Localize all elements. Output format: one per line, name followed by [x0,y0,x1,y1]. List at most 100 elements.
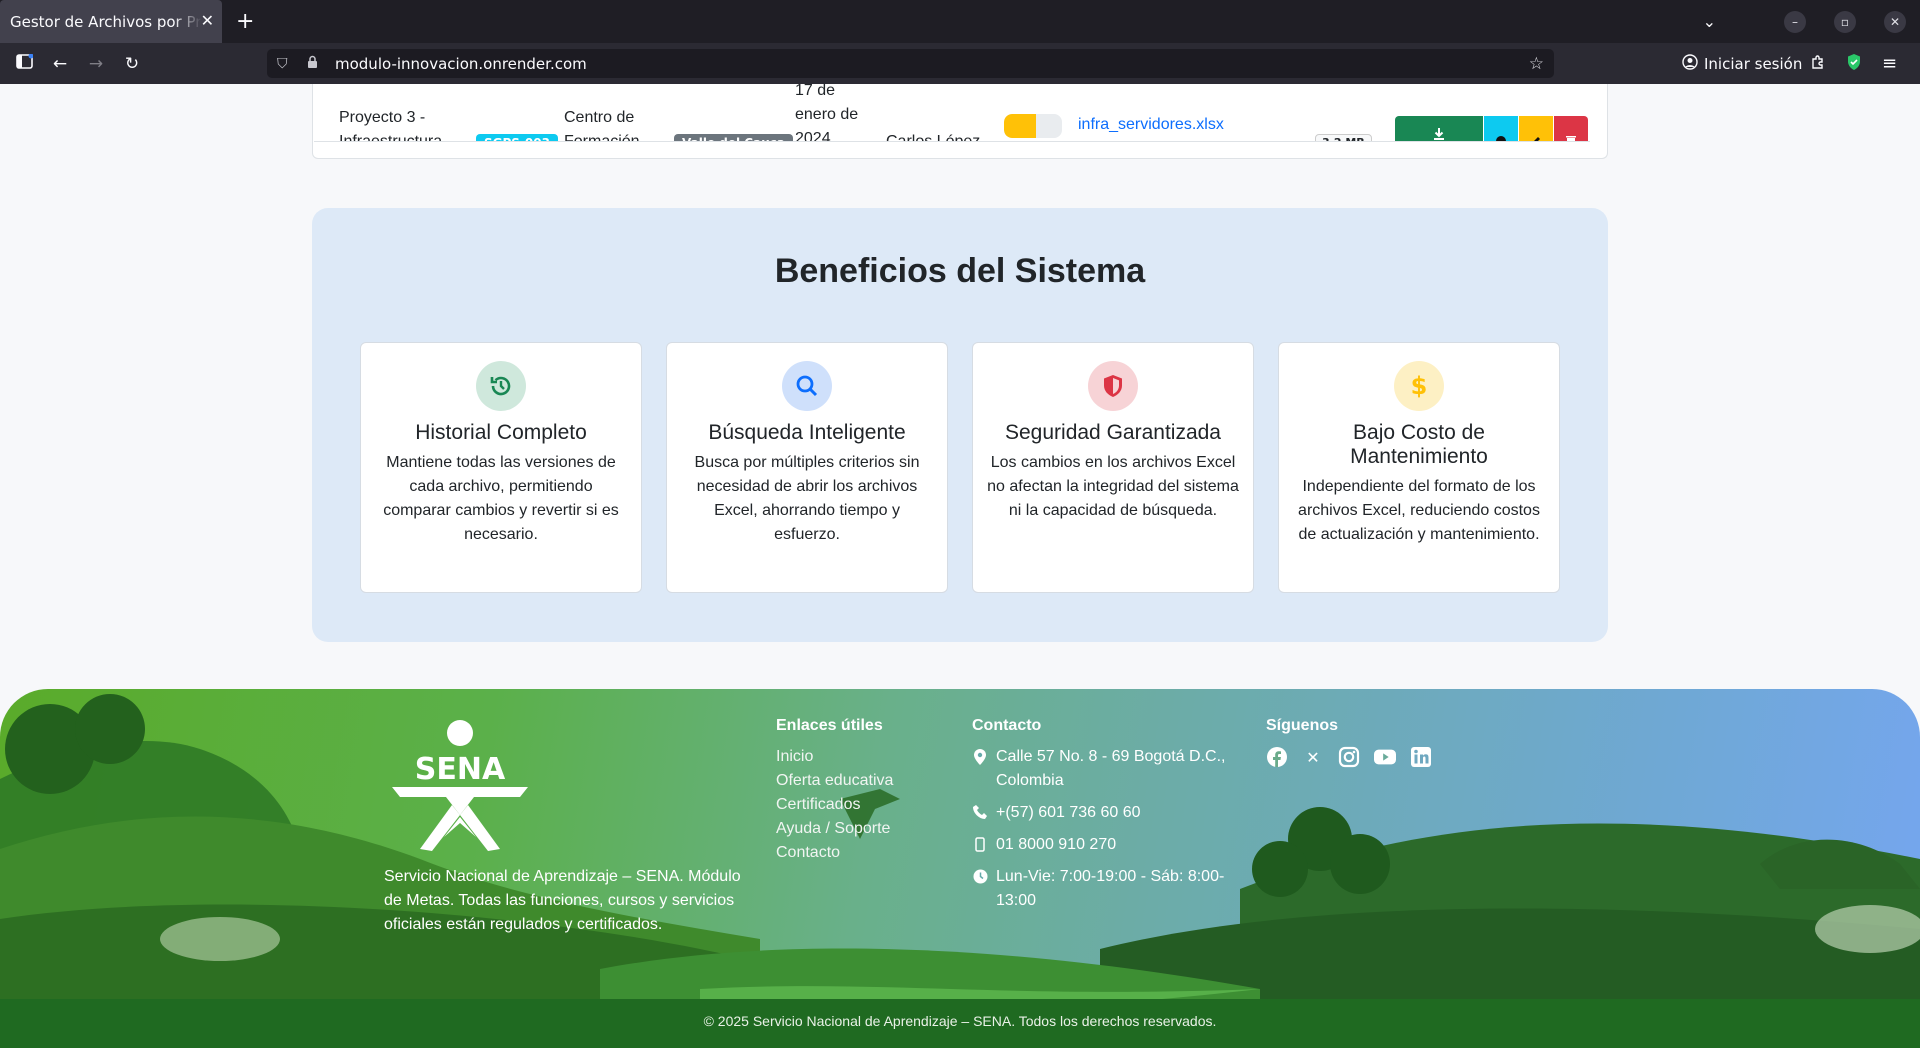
contact-mobile: 01 8000 910 270 [972,833,1232,857]
benefit-text: Busca por múltiples criterios sin necesi… [694,454,920,543]
lock-icon[interactable] [307,55,325,73]
facebook-icon[interactable] [1266,746,1288,768]
menu-icon[interactable]: ≡ [1882,53,1897,74]
browser-tab[interactable]: Gestor de Archivos por Proyecto ✕ [0,0,222,43]
edit-icon [1534,137,1540,141]
shield-icon [1088,361,1138,411]
landscape-illustration [0,694,1920,1048]
sena-logo-text: SENA [415,752,506,787]
benefit-card-cost: $ Bajo Costo de Mantenimiento Independie… [1278,342,1560,593]
progress-bar [1004,114,1062,138]
page-content: Proyecto 3 - Infraestructura SGPS-003 Ce… [0,84,1920,1048]
benefit-card-history: Historial Completo Mantiene todas las ve… [360,342,642,593]
sidebar-icon[interactable] [6,53,42,74]
tracking-shield-icon[interactable]: ⛉ [277,56,295,72]
file-link[interactable]: infra_servidores.xlsx [1078,116,1224,134]
signin-button[interactable]: Iniciar sesión [1674,49,1810,78]
new-tab-icon[interactable]: + [236,9,254,34]
benefits-cards: Historial Completo Mantiene todas las ve… [360,342,1560,593]
download-button[interactable] [1395,116,1483,141]
window-controls: ⌄ – ▫ ✕ [1703,0,1920,43]
edit-button[interactable] [1519,116,1553,141]
instagram-icon[interactable] [1338,746,1360,768]
benefit-text: Independiente del formato de los archivo… [1298,478,1540,543]
footer-link-contacto[interactable]: Contacto [776,841,893,865]
signin-label: Iniciar sesión [1704,54,1803,73]
benefit-title: Historial Completo [415,421,587,444]
site-footer: SENA Servicio Nacional de Aprendizaje – … [0,689,1920,1048]
youtube-icon[interactable] [1374,746,1396,768]
footer-link-ayuda[interactable]: Ayuda / Soporte [776,817,893,841]
dollar-icon: $ [1394,361,1444,411]
benefit-title: Búsqueda Inteligente [708,421,906,444]
tab-title: Gestor de Archivos por Proyecto [10,12,202,31]
social-title: Síguenos [1266,717,1339,734]
benefit-card-search: Búsqueda Inteligente Busca por múltiples… [666,342,948,593]
minimize-icon[interactable]: – [1784,10,1806,33]
browser-tabbar: Gestor de Archivos por Proyecto ✕ + ⌄ – … [0,0,1920,43]
url-text: modulo-innovacion.onrender.com [335,54,587,73]
phone-icon [972,801,988,825]
forward-icon[interactable]: → [78,54,114,74]
benefit-title: Bajo Costo de Mantenimiento [1350,421,1488,468]
file-size-badge: 3.2 MB [1315,134,1372,141]
eye-icon [1496,136,1506,141]
bookmark-star-icon[interactable]: ☆ [1529,54,1544,74]
benefit-card-security: Seguridad Garantizada Los cambios en los… [972,342,1254,593]
links-title: Enlaces útiles [776,717,883,734]
reload-icon[interactable]: ↻ [114,54,150,74]
contact-mobile-text: 01 8000 910 270 [996,836,1117,853]
copyright: © 2025 Servicio Nacional de Aprendizaje … [0,999,1920,1048]
mobile-icon [972,833,988,857]
benefit-title: Seguridad Garantizada [1005,421,1221,444]
progress-fill [1004,114,1036,138]
footer-link-oferta[interactable]: Oferta educativa [776,769,893,793]
trash-icon [1566,136,1576,141]
delete-button[interactable] [1554,116,1588,141]
project-code-badge: SGPS-003 [476,134,558,141]
footer-description: Servicio Nacional de Aprendizaje – SENA.… [384,868,741,933]
contact-address-text: Calle 57 No. 8 - 69 Bogotá D.C., Colombi… [996,748,1226,789]
search-icon [782,361,832,411]
contact-address: Calle 57 No. 8 - 69 Bogotá D.C., Colombi… [972,745,1232,793]
close-tab-icon[interactable]: ✕ [201,11,214,30]
contact-hours: Lun-Vie: 7:00-19:00 - Sáb: 8:00-13:00 [972,865,1232,913]
benefits-title: Beneficios del Sistema [774,252,1146,290]
location-badge: Valle del Cauca [674,134,793,141]
back-icon[interactable]: ← [42,54,78,74]
close-window-icon[interactable]: ✕ [1884,10,1906,33]
table-row: Proyecto 3 - Infraestructura SGPS-003 Ce… [314,84,1590,142]
contact-phone-text: +(57) 601 736 60 60 [996,804,1141,821]
contact-info: Calle 57 No. 8 - 69 Bogotá D.C., Colombi… [972,745,1232,921]
url-bar[interactable]: ⛉ modulo-innovacion.onrender.com ☆ [267,49,1554,78]
sena-logo: SENA [392,719,528,855]
benefits-section: Beneficios del Sistema Historial Complet… [312,208,1608,642]
chevron-down-icon[interactable]: ⌄ [1703,12,1716,31]
footer-links: Inicio Oferta educativa Certificados Ayu… [776,745,893,865]
project-cell: Proyecto 3 - Infraestructura [339,109,443,142]
download-icon [1434,128,1444,140]
social-links: ✕ [1266,746,1432,768]
center-cell: Centro de Formación [564,109,640,142]
clock-icon [972,865,988,913]
location-pin-icon [972,745,988,793]
files-table: Proyecto 3 - Infraestructura SGPS-003 Ce… [312,84,1608,159]
view-button[interactable] [1484,116,1518,141]
contact-phone: +(57) 601 736 60 60 [972,801,1232,825]
x-icon[interactable]: ✕ [1302,746,1324,768]
benefit-text: Los cambios en los archivos Excel no afe… [987,454,1239,519]
account-icon [1682,53,1698,74]
benefit-text: Mantiene todas las versiones de cada arc… [383,454,619,543]
vpn-shield-icon[interactable] [1846,53,1862,75]
author-cell: Carlos López [886,133,981,142]
toolbar-icons: ≡ [1810,43,1897,84]
extensions-icon[interactable] [1810,54,1826,74]
linkedin-icon[interactable] [1410,746,1432,768]
contact-hours-text: Lun-Vie: 7:00-19:00 - Sáb: 8:00-13:00 [996,868,1225,909]
date-cell: 17 de enero de 2024 [795,84,859,142]
restore-icon[interactable]: ▫ [1834,10,1856,33]
footer-link-inicio[interactable]: Inicio [776,745,893,769]
browser-navbar: ← → ↻ ⛉ modulo-innovacion.onrender.com ☆… [0,43,1920,84]
footer-link-certificados[interactable]: Certificados [776,793,893,817]
contact-title: Contacto [972,717,1042,734]
